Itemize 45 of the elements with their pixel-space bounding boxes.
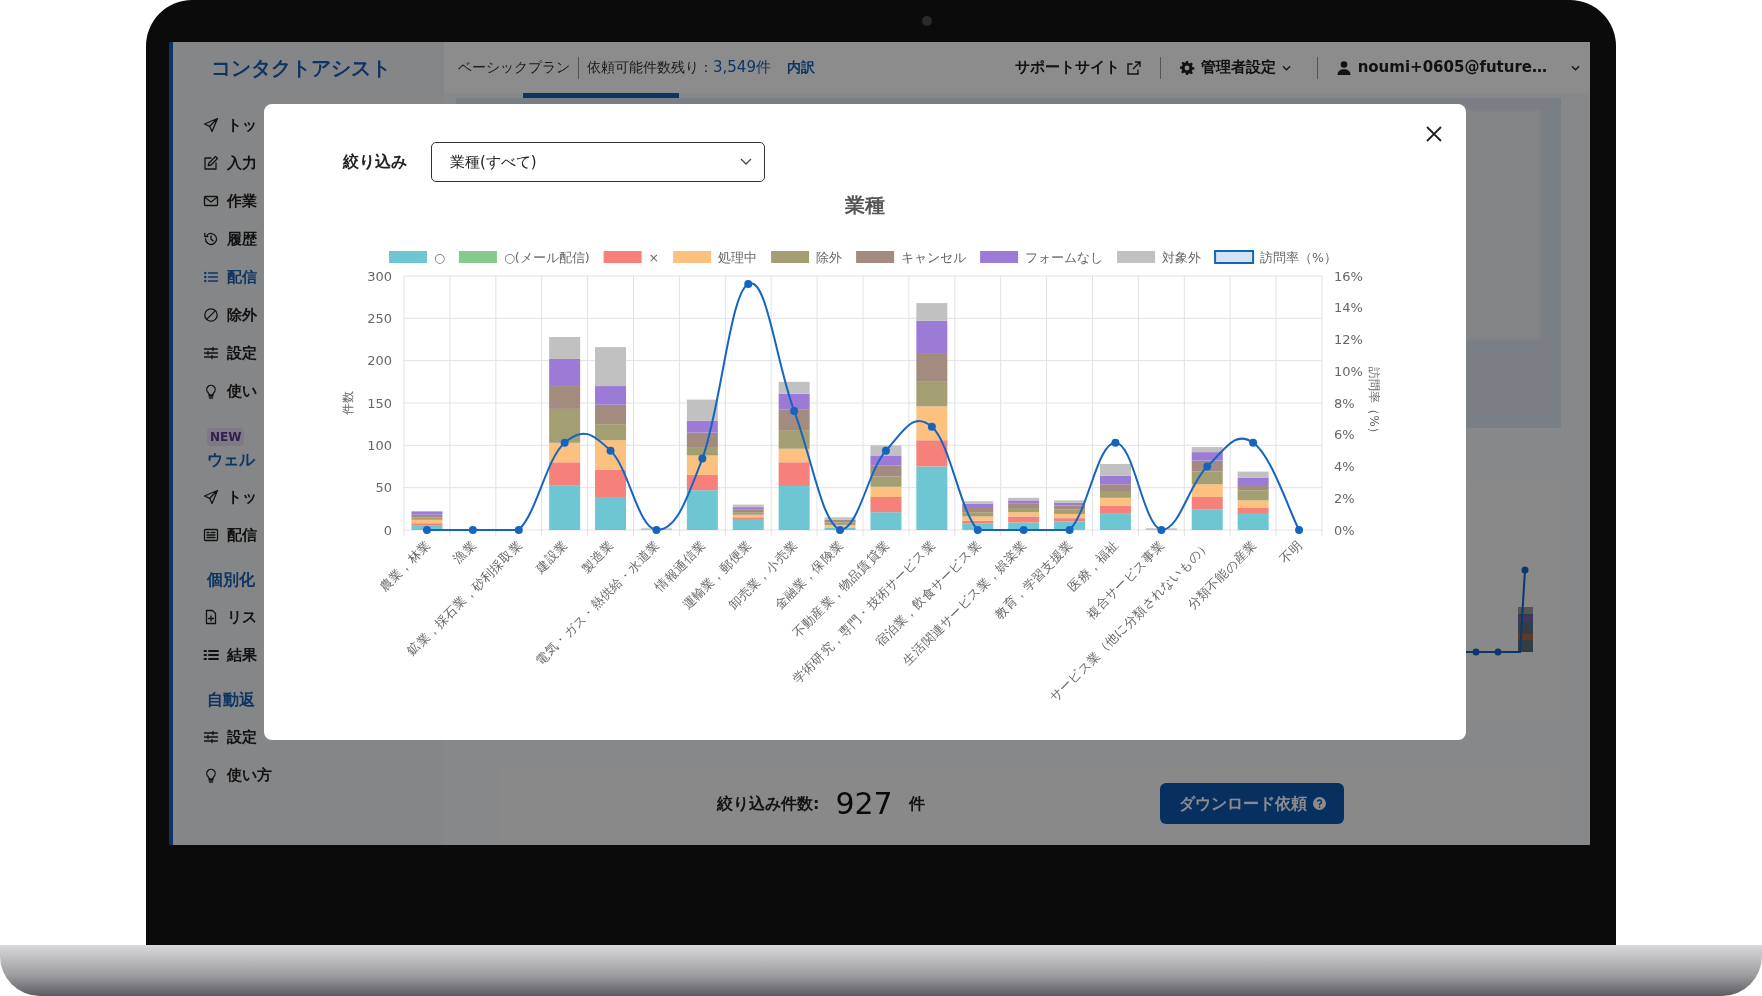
y-tick-label: 0% [1334, 522, 1355, 538]
y-axis-title: 訪問率（%） [1367, 367, 1381, 439]
count-label: 絞り込み件数: [717, 792, 820, 815]
sidebar-heading: 自動返 [207, 690, 255, 709]
new-badge: NEW [207, 428, 245, 446]
chart-title: 業種 [845, 193, 885, 217]
y-tick-label: 250 [367, 310, 392, 326]
y-tick-label: 16% [1334, 268, 1363, 284]
legend-label: 対象外 [1162, 250, 1202, 265]
sidebar-heading: 個別化 [207, 570, 255, 589]
legend-label: 除外 [816, 250, 843, 265]
count-value: 927 [835, 785, 893, 823]
legend-label: 訪問率（%） [1260, 250, 1337, 265]
y-tick-label: 0 [383, 522, 392, 538]
plan-name: ベーシックプラン [458, 58, 570, 77]
remaining-count: 3,549件 [713, 57, 771, 79]
legend-label: フォームなし [1025, 250, 1104, 265]
y-tick-label: 300 [367, 268, 392, 284]
sidebar-heading: ウェル [207, 450, 255, 469]
y-tick-label: 150 [367, 395, 392, 411]
y-tick-label: 10% [1334, 363, 1363, 379]
y-tick-label: 50 [375, 480, 392, 496]
app-logo: コンタクトアシスト [210, 54, 392, 82]
remaining-label: 依頼可能件数残り： [587, 58, 713, 77]
y-tick-label: 200 [367, 353, 392, 369]
legend-label: × [648, 250, 660, 265]
x-tick-label: 製造業 [578, 537, 617, 576]
legend-label: 処理中 [718, 250, 758, 265]
x-tick-label: 不明 [1276, 537, 1306, 567]
legend-label: ○ [434, 250, 445, 265]
y-tick-label: 12% [1334, 332, 1363, 347]
count-unit: 件 [908, 792, 925, 815]
y-tick-label: 100 [367, 437, 392, 453]
x-tick-label: 農業，林業 [376, 537, 434, 595]
x-tick-label: 漁業 [450, 537, 479, 567]
y-tick-label: 14% [1334, 300, 1363, 316]
x-tick-label: 建設業 [532, 537, 571, 576]
y-tick-label: 2% [1334, 490, 1355, 506]
y-tick-label: 6% [1334, 427, 1355, 443]
legend-label: キャンセル [901, 250, 967, 265]
y-tick-label: 8% [1334, 395, 1355, 411]
filter-label: 絞り込み [343, 151, 407, 173]
y-tick-label: 4% [1334, 459, 1355, 474]
legend-label: ○(メール配信) [503, 250, 590, 265]
y-axis-title: 件数 [341, 391, 355, 415]
